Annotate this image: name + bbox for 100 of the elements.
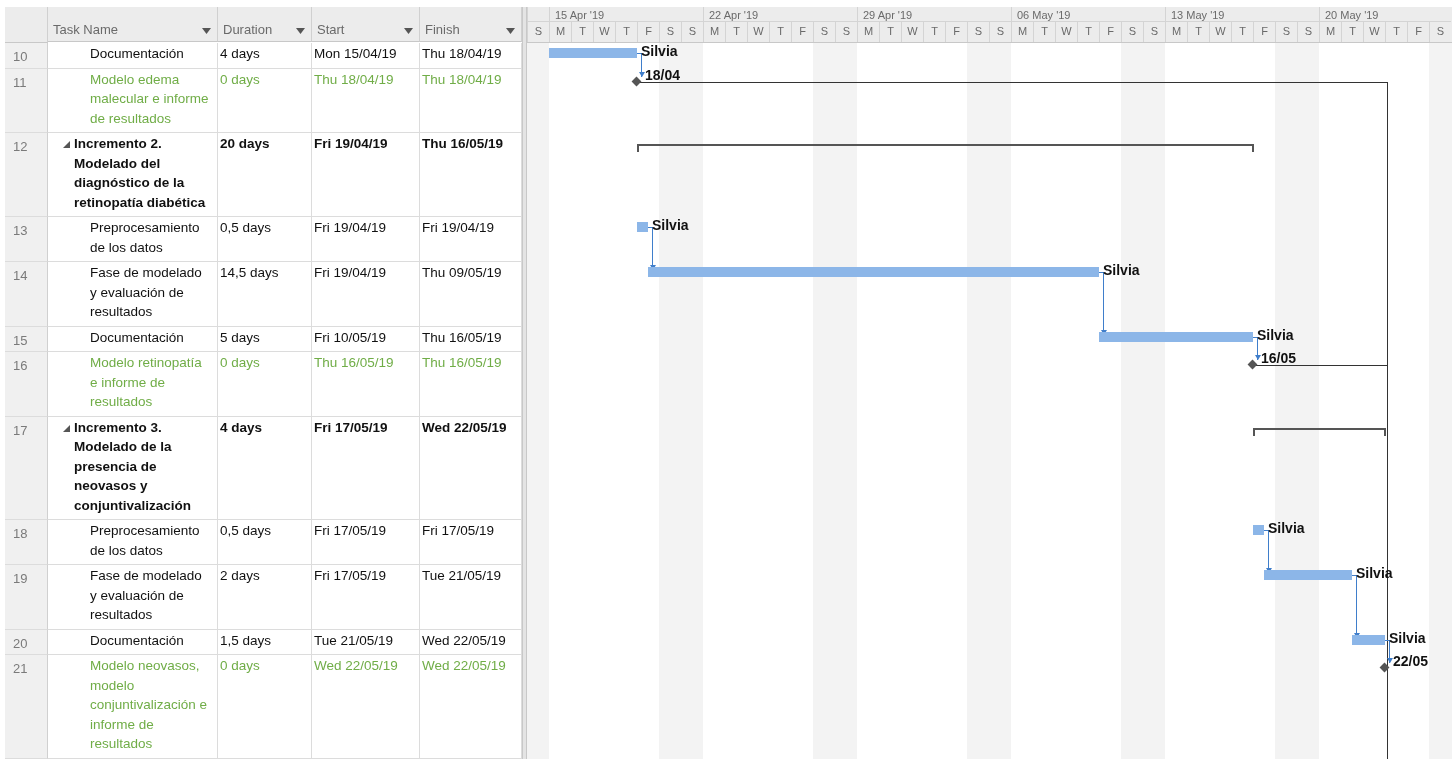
day-label: M: [857, 21, 879, 42]
task-name: Documentación: [90, 45, 184, 63]
day-label: W: [747, 21, 769, 42]
start-cell: Thu 16/05/19: [312, 352, 420, 417]
row-number[interactable]: 11: [5, 68, 48, 133]
day-label: S: [659, 21, 681, 42]
day-label: T: [1033, 21, 1055, 42]
duration-cell: 1,5 days: [218, 629, 312, 655]
start-cell: Wed 22/05/19: [312, 655, 420, 759]
day-label: F: [637, 21, 659, 42]
resource-label: Silvia: [1389, 629, 1426, 646]
start-cell: Fri 10/05/19: [312, 326, 420, 352]
day-label: T: [1231, 21, 1253, 42]
week-label: 15 Apr '19: [549, 7, 703, 21]
row-number[interactable]: 19: [5, 565, 48, 630]
milestone-marker[interactable]: [631, 76, 642, 86]
row-number[interactable]: 18: [5, 520, 48, 565]
duration-cell: 5 days: [218, 326, 312, 352]
finish-cell: Thu 16/05/19: [420, 133, 522, 217]
day-label: S: [967, 21, 989, 42]
start-cell: Tue 21/05/19: [312, 629, 420, 655]
dropdown-icon[interactable]: [296, 28, 305, 34]
start-cell: Thu 18/04/19: [312, 68, 420, 133]
finish-cell: Thu 18/04/19: [420, 43, 522, 69]
task-name: Modelo edema malecular e informe de resultados: [90, 70, 210, 128]
column-header[interactable]: Task Name: [48, 7, 218, 42]
task-name: Preprocesamiento de los datos: [90, 219, 201, 257]
column-header[interactable]: Finish: [420, 7, 522, 42]
finish-cell: Thu 16/05/19: [420, 352, 522, 417]
row-number[interactable]: 14: [5, 262, 48, 327]
dropdown-icon[interactable]: [506, 28, 515, 34]
task-name: Fase de modelado y evaluación de resultados: [90, 264, 203, 321]
day-label: T: [615, 21, 637, 42]
summary-bar[interactable]: [1253, 427, 1386, 436]
row-number[interactable]: 20: [5, 629, 48, 655]
day-label: M: [1011, 21, 1033, 42]
start-cell: Fri 17/05/19: [312, 520, 420, 565]
day-label: S: [989, 21, 1011, 42]
day-label: S: [1275, 21, 1297, 42]
day-label: M: [703, 21, 725, 42]
dropdown-icon[interactable]: [404, 28, 413, 34]
dropdown-icon[interactable]: [202, 28, 211, 34]
task-name: Incremento 3. Modelado de la presencia de neovasos y conjuntivalización: [74, 418, 193, 515]
finish-cell: Thu 18/04/19: [420, 68, 522, 133]
finish-cell: Tue 21/05/19: [420, 565, 522, 630]
day-label: S: [1297, 21, 1319, 42]
day-label: T: [1385, 21, 1407, 42]
finish-cell: Wed 22/05/19: [420, 629, 522, 655]
day-label: T: [1077, 21, 1099, 42]
task-name: Documentación: [90, 328, 184, 347]
summary-bar[interactable]: [637, 144, 1254, 152]
row-number[interactable]: 10: [5, 43, 48, 69]
day-label: S: [1143, 21, 1165, 42]
duration-cell: 0,5 days: [218, 217, 312, 262]
row-number[interactable]: 12: [5, 133, 48, 217]
milestone-date: 22/05: [1393, 653, 1429, 669]
day-label: F: [945, 21, 967, 42]
finish-cell: Fri 17/05/19: [420, 520, 522, 565]
week-label: 20 May '19: [1319, 7, 1452, 21]
day-label: S: [813, 21, 835, 42]
start-cell: Fri 19/04/19: [312, 262, 420, 327]
day-label: S: [681, 21, 703, 42]
finish-cell: Thu 16/05/19: [420, 326, 522, 352]
day-label: F: [791, 21, 813, 42]
day-label: T: [1341, 21, 1363, 42]
day-label: F: [1253, 21, 1275, 42]
column-header[interactable]: Start: [312, 7, 420, 42]
week-label: 29 Apr '19: [857, 7, 1011, 21]
row-number[interactable]: 21: [5, 655, 48, 759]
week-label: 22 Apr '19: [703, 7, 857, 21]
day-label: M: [549, 21, 571, 42]
row-number[interactable]: 17: [5, 416, 48, 520]
finish-cell: Thu 09/05/19: [420, 262, 522, 327]
start-cell: Fri 19/04/19: [312, 217, 420, 262]
day-label: S: [1121, 21, 1143, 42]
finish-cell: Fri 19/04/19: [420, 217, 522, 262]
day-label: T: [923, 21, 945, 42]
start-cell: Mon 15/04/19: [312, 43, 420, 69]
milestone-marker[interactable]: [1379, 662, 1390, 673]
task-name: Modelo retinopatía e informe de resultados: [90, 354, 203, 411]
day-label: T: [725, 21, 747, 42]
collapse-icon[interactable]: [62, 140, 70, 148]
duration-cell: 2 days: [218, 565, 312, 630]
milestone-marker[interactable]: [1247, 359, 1258, 370]
day-label: W: [901, 21, 923, 42]
day-label: M: [1319, 21, 1341, 42]
row-number[interactable]: 16: [5, 352, 48, 417]
row-number[interactable]: 13: [5, 217, 48, 262]
finish-cell: Wed 22/05/19: [420, 416, 522, 520]
row-number[interactable]: 15: [5, 326, 48, 352]
day-label: T: [879, 21, 901, 42]
resource-label: Silvia: [641, 43, 678, 59]
milestone-date: 18/04: [645, 66, 681, 83]
task-name: Preprocesamiento de los datos: [90, 522, 201, 560]
duration-cell: 14,5 days: [218, 262, 312, 327]
column-header[interactable]: Duration: [218, 7, 312, 42]
finish-cell: Wed 22/05/19: [420, 655, 522, 759]
day-label: T: [571, 21, 593, 42]
collapse-icon[interactable]: [62, 423, 70, 432]
day-label: T: [1187, 21, 1209, 42]
